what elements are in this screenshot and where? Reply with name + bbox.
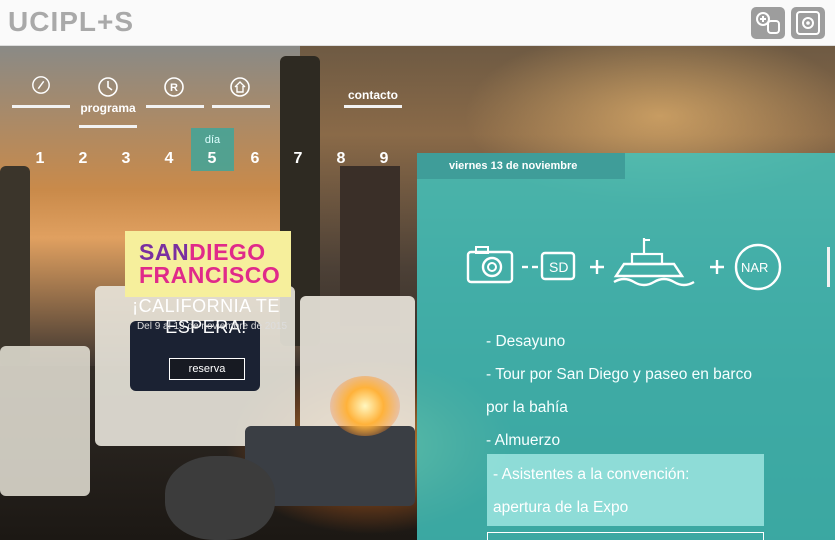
next-item-box[interactable] bbox=[487, 532, 764, 540]
svg-text:R: R bbox=[170, 82, 178, 94]
nav-underline bbox=[212, 105, 270, 108]
settings-button[interactable] bbox=[791, 7, 825, 39]
day-selector: 1 2 3 4 5 6 7 8 9 bbox=[28, 150, 398, 170]
day-3[interactable]: 3 bbox=[114, 150, 138, 168]
palm-trunk bbox=[0, 166, 30, 366]
day-1[interactable]: 1 bbox=[28, 150, 52, 168]
day-5[interactable]: 5 bbox=[200, 150, 224, 168]
schedule-item: - Desayuno bbox=[486, 333, 566, 350]
nav-label-programa: programa bbox=[80, 101, 136, 115]
highlight-line-1: - Asistentes a la convención: bbox=[493, 466, 690, 483]
schedule-date: viernes 13 de noviembre bbox=[449, 160, 578, 172]
schedule-item: - Tour por San Diego y paseo en barco bbox=[486, 366, 752, 383]
nav-item-r[interactable]: R bbox=[146, 77, 204, 108]
promo-line-2: FRANCISCO bbox=[139, 262, 281, 288]
nav-label-contacto: contacto bbox=[347, 88, 398, 102]
chair bbox=[0, 346, 90, 496]
schedule-item: por la bahía bbox=[486, 399, 568, 416]
day-label: día bbox=[204, 134, 221, 146]
nav-underline bbox=[344, 105, 402, 108]
sd-icon: SD bbox=[540, 251, 576, 281]
fire bbox=[330, 376, 400, 436]
day-9[interactable]: 9 bbox=[372, 150, 396, 168]
nav-underline bbox=[12, 105, 70, 108]
event-dates: Del 9 al 13 de noviembre de 2015 bbox=[136, 321, 288, 332]
nav-underline bbox=[146, 105, 204, 108]
nav-item-contacto[interactable]: contacto bbox=[344, 78, 402, 108]
highlight-line-2: apertura de la Expo bbox=[493, 499, 629, 516]
ship-icon bbox=[613, 238, 695, 287]
panel-scrollbar[interactable] bbox=[827, 247, 830, 287]
promo-banner: SANDIEGO FRANCISCO bbox=[125, 231, 291, 297]
schedule-highlight[interactable]: - Asistentes a la convención: apertura d… bbox=[493, 458, 763, 524]
nar-icon: NAR bbox=[734, 243, 782, 291]
clock-icon bbox=[98, 77, 118, 97]
day-7[interactable]: 7 bbox=[286, 150, 310, 168]
day-2[interactable]: 2 bbox=[71, 150, 95, 168]
pouf bbox=[165, 456, 275, 540]
day-6[interactable]: 6 bbox=[243, 150, 267, 168]
home-icon bbox=[230, 77, 250, 97]
plus-icon bbox=[710, 260, 724, 274]
chat-apps-button[interactable] bbox=[751, 7, 785, 39]
reserva-button[interactable]: reserva bbox=[169, 358, 245, 380]
nav-item-home[interactable] bbox=[212, 77, 270, 108]
day-8[interactable]: 8 bbox=[329, 150, 353, 168]
schedule-item: - Almuerzo bbox=[486, 432, 561, 449]
uciplus-logo[interactable]: UCIPL+S bbox=[8, 6, 134, 38]
schedule-date-tab: viernes 13 de noviembre bbox=[417, 153, 625, 179]
day-4[interactable]: 4 bbox=[157, 150, 181, 168]
settings-icon bbox=[796, 11, 820, 35]
top-bar: UCIPL+S bbox=[0, 0, 835, 46]
nav-item-programa[interactable]: programa bbox=[79, 77, 137, 128]
nav-underline bbox=[79, 125, 137, 128]
plus-icon bbox=[590, 260, 604, 274]
sd-text: SD bbox=[549, 259, 568, 275]
camera-icon bbox=[466, 246, 514, 284]
activity-icons: SD NAR bbox=[466, 238, 782, 291]
pen-icon bbox=[32, 76, 50, 94]
r-icon: R bbox=[164, 77, 184, 97]
chat-apps-icon bbox=[756, 12, 780, 34]
nar-text: NAR bbox=[741, 260, 768, 275]
nav-item-info[interactable] bbox=[12, 76, 70, 108]
schedule-list: - Desayuno - Tour por San Diego y paseo … bbox=[486, 325, 776, 457]
